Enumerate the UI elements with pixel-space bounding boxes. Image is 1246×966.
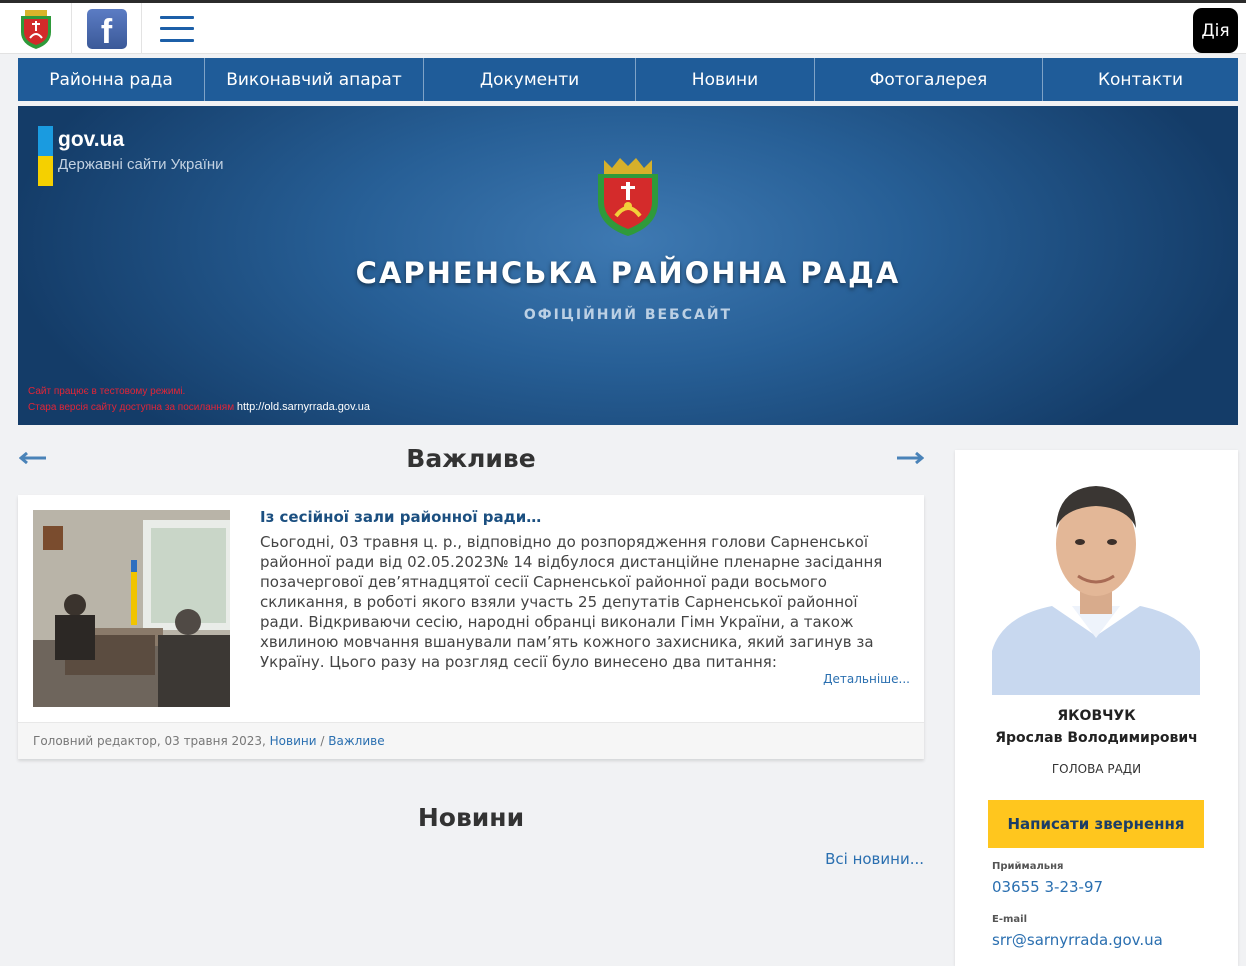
- hero-banner: gov.ua Державні сайти України САРНЕНСЬКА…: [18, 106, 1238, 425]
- gov-ua-title[interactable]: gov.ua: [58, 128, 124, 152]
- nav-item-contacts[interactable]: Контакти: [1043, 58, 1238, 101]
- site-title: САРНЕНСЬКА РАЙОННА РАДА: [355, 256, 901, 290]
- article-photo[interactable]: [33, 510, 230, 707]
- reception-label: Приймальня: [992, 861, 1064, 872]
- head-role: ГОЛОВА РАДИ: [1051, 762, 1142, 776]
- important-heading: Важливе: [406, 444, 536, 473]
- nav-item-council[interactable]: Районна рада: [18, 58, 205, 101]
- email-label: E-mail: [992, 914, 1028, 925]
- head-surname: ЯКОВЧУК: [1057, 708, 1136, 724]
- nav-item-gallery[interactable]: Фотогалерея: [815, 58, 1043, 101]
- head-profile-card: ЯКОВЧУК Ярослав Володимирович ГОЛОВА РАД…: [955, 450, 1238, 966]
- article-meta: Головний редактор, 03 травня 2023, Новин…: [18, 722, 924, 759]
- diia-button[interactable]: Дія: [1193, 8, 1238, 53]
- news-heading: Новини: [417, 803, 525, 832]
- read-more-link[interactable]: Детальніше...: [823, 672, 910, 686]
- menu-button[interactable]: [142, 3, 212, 54]
- facebook-link[interactable]: f: [72, 3, 142, 54]
- reception-phone-link[interactable]: 03655 3-23-97: [992, 878, 1103, 896]
- gov-ua-subtitle[interactable]: Державні сайти України: [58, 156, 224, 173]
- all-news-link[interactable]: Всі новини...: [825, 850, 924, 868]
- test-mode-note: Сайт працює в тестовому режимі.: [28, 386, 186, 397]
- photo-image: [33, 510, 230, 707]
- head-portrait: [992, 466, 1200, 695]
- head-name: Ярослав Володимирович: [995, 730, 1198, 746]
- top-bar: f Дія: [0, 0, 1246, 54]
- arrow-right-icon: [897, 452, 924, 464]
- site-subtitle: ОФІЦІЙНИЙ ВЕБСАЙТ: [523, 307, 733, 323]
- category-important-link[interactable]: Важливе: [328, 734, 384, 748]
- coat-of-arms-icon: [598, 158, 658, 236]
- hamburger-icon: [160, 15, 194, 42]
- site-logo[interactable]: [0, 3, 72, 54]
- email-link[interactable]: srr@sarnyrrada.gov.ua: [992, 931, 1163, 949]
- article-card: Із сесійної зали районної ради… Сьогодні…: [18, 495, 924, 759]
- old-site-link[interactable]: http://old.sarnyrrada.gov.ua: [237, 401, 370, 413]
- portrait-image: [992, 466, 1200, 695]
- ukraine-flag-icon: [38, 126, 53, 186]
- facebook-icon: f: [86, 8, 127, 49]
- nav-item-news[interactable]: Новини: [636, 58, 815, 101]
- article-text: Сьогодні, 03 травня ц. р., відповідно до…: [260, 533, 883, 671]
- next-arrow-button[interactable]: [895, 446, 925, 470]
- category-news-link[interactable]: Новини: [270, 734, 317, 748]
- article-title[interactable]: Із сесійної зали районної ради…: [260, 508, 541, 526]
- main-nav: Районна рада Виконавчий апарат Документи…: [18, 58, 1238, 101]
- old-site-note: Стара версія сайту доступна за посилання…: [28, 401, 370, 413]
- nav-item-executive[interactable]: Виконавчий апарат: [205, 58, 424, 101]
- coat-of-arms-icon: [20, 9, 51, 49]
- nav-item-documents[interactable]: Документи: [424, 58, 636, 101]
- category-separator: /: [320, 734, 325, 748]
- old-site-note-text: Стара версія сайту доступна за посилання…: [28, 402, 235, 413]
- article-author-date: Головний редактор, 03 травня 2023,: [33, 734, 266, 748]
- write-appeal-button[interactable]: Написати звернення: [988, 800, 1204, 848]
